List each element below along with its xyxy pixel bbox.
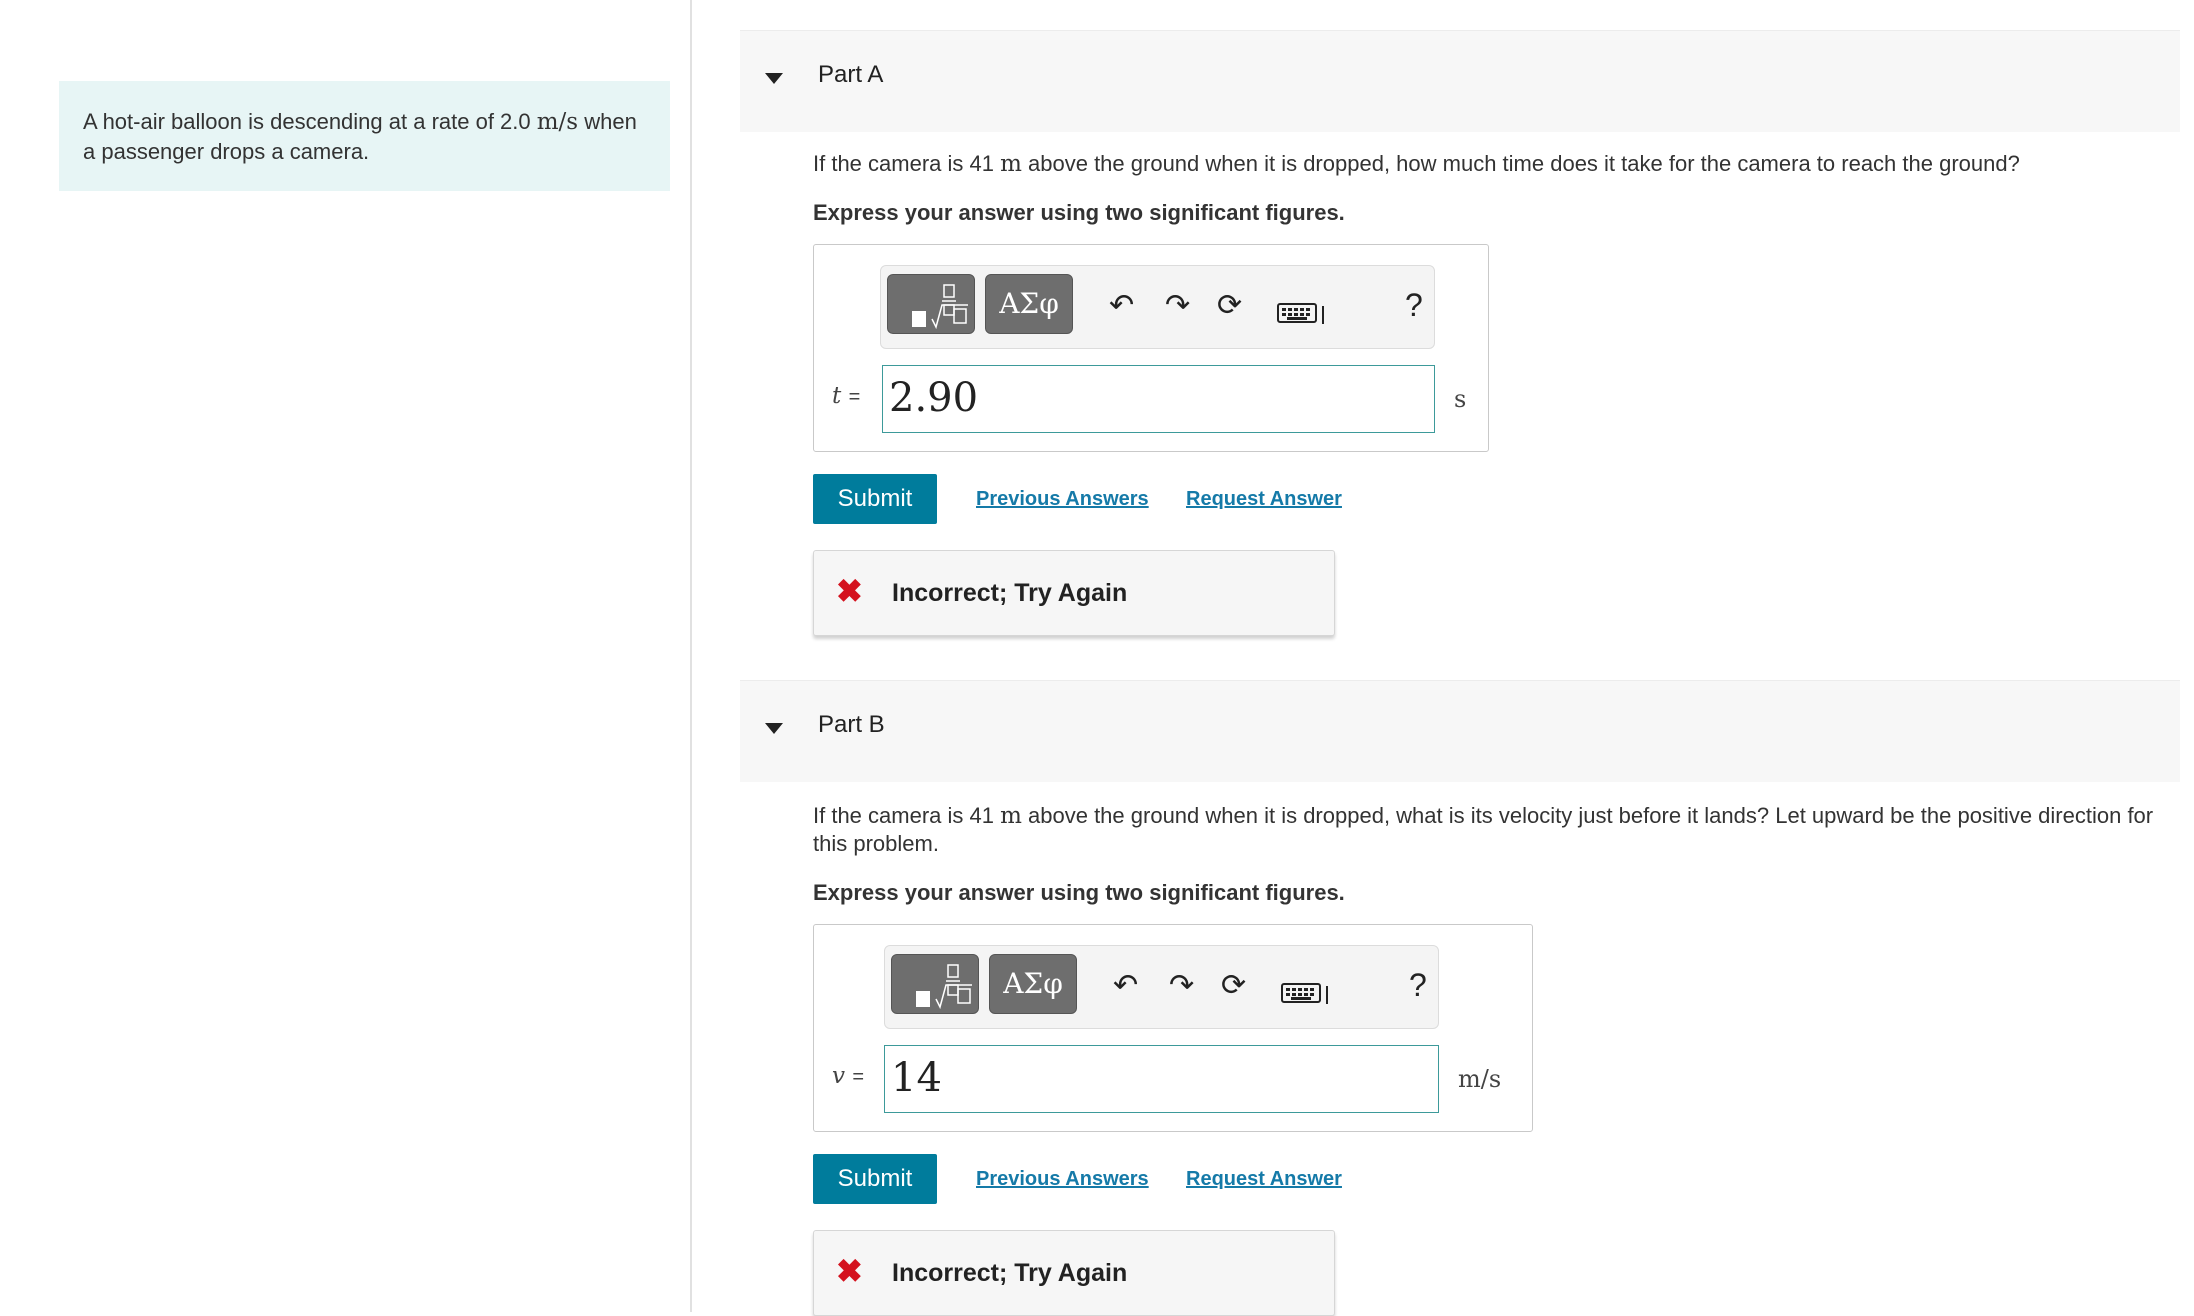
previous-answers-link[interactable]: Previous Answers bbox=[976, 1168, 1149, 1191]
request-answer-link[interactable]: Request Answer bbox=[1186, 488, 1342, 511]
help-icon[interactable]: ? bbox=[1409, 969, 1427, 1001]
part-a-header[interactable]: Part A bbox=[740, 30, 2180, 132]
submit-button[interactable]: Submit bbox=[813, 474, 937, 524]
part-b-instruction: Express your answer using two significan… bbox=[813, 880, 1345, 905]
greek-symbols-icon: ΑΣφ bbox=[999, 287, 1059, 320]
keyboard-icon[interactable] bbox=[1281, 982, 1331, 1006]
problem-rate-unit: m/s bbox=[536, 109, 579, 135]
greek-symbols-button[interactable]: ΑΣφ bbox=[985, 274, 1073, 334]
equals-sign: = bbox=[848, 386, 861, 408]
reset-icon[interactable]: ⟳ bbox=[1217, 291, 1242, 321]
variable-label: t = bbox=[832, 383, 860, 409]
part-b-answer-box: ΑΣφ ↶ ↷ ⟳ ? v = 14 m/s bbox=[813, 924, 1533, 1132]
part-a-question: If the camera is 41 m above the ground w… bbox=[813, 150, 2183, 178]
math-toolbar: ΑΣφ ↶ ↷ ⟳ ? bbox=[884, 945, 1439, 1029]
keyboard-icon[interactable] bbox=[1277, 302, 1327, 326]
part-a-instruction: Express your answer using two significan… bbox=[813, 200, 1345, 225]
feedback-box: ✖ Incorrect; Try Again bbox=[813, 550, 1335, 636]
part-b-header[interactable]: Part B bbox=[740, 680, 2180, 782]
redo-icon[interactable]: ↷ bbox=[1165, 291, 1190, 321]
variable-symbol: v bbox=[832, 1063, 845, 1089]
collapse-caret-icon[interactable] bbox=[765, 73, 783, 84]
templates-icon bbox=[916, 964, 972, 1010]
undo-icon[interactable]: ↶ bbox=[1109, 291, 1134, 321]
problem-statement: A hot-air balloon is descending at a rat… bbox=[59, 81, 670, 191]
part-a-title: Part A bbox=[818, 61, 884, 88]
undo-icon[interactable]: ↶ bbox=[1113, 971, 1138, 1001]
math-toolbar: ΑΣφ ↶ ↷ ⟳ ? bbox=[880, 265, 1435, 349]
variable-symbol: t bbox=[832, 383, 842, 409]
problem-text-start: A hot-air balloon is descending at a rat… bbox=[83, 109, 537, 134]
incorrect-x-icon: ✖ bbox=[836, 1253, 863, 1289]
previous-answers-link[interactable]: Previous Answers bbox=[976, 488, 1149, 511]
help-icon[interactable]: ? bbox=[1405, 289, 1423, 321]
variable-label: v = bbox=[832, 1063, 864, 1089]
submit-button[interactable]: Submit bbox=[813, 1154, 937, 1204]
reset-icon[interactable]: ⟳ bbox=[1221, 971, 1246, 1001]
templates-icon bbox=[912, 284, 968, 330]
templates-button[interactable] bbox=[891, 954, 979, 1014]
greek-symbols-icon: ΑΣφ bbox=[1003, 967, 1063, 1000]
incorrect-x-icon: ✖ bbox=[836, 573, 863, 609]
redo-icon[interactable]: ↷ bbox=[1169, 971, 1194, 1001]
question-text: If the camera is 41 bbox=[813, 151, 1001, 176]
answer-input[interactable]: 14 bbox=[884, 1045, 1439, 1113]
feedback-box: ✖ Incorrect; Try Again bbox=[813, 1230, 1335, 1316]
request-answer-link[interactable]: Request Answer bbox=[1186, 1168, 1342, 1191]
column-divider bbox=[690, 0, 692, 1312]
part-b-title: Part B bbox=[818, 711, 885, 738]
part-b-question: If the camera is 41 m above the ground w… bbox=[813, 802, 2183, 858]
feedback-text: Incorrect; Try Again bbox=[892, 1259, 1128, 1287]
equals-sign: = bbox=[852, 1066, 864, 1088]
question-unit: m bbox=[1000, 803, 1022, 829]
answer-unit: m/s bbox=[1458, 1065, 1502, 1093]
greek-symbols-button[interactable]: ΑΣφ bbox=[989, 954, 1077, 1014]
question-text: If the camera is 41 bbox=[813, 803, 1001, 828]
templates-button[interactable] bbox=[887, 274, 975, 334]
collapse-caret-icon[interactable] bbox=[765, 723, 783, 734]
question-unit: m bbox=[1000, 151, 1022, 177]
feedback-text: Incorrect; Try Again bbox=[892, 579, 1128, 607]
answer-input[interactable]: 2.90 bbox=[882, 365, 1435, 433]
part-a-answer-box: ΑΣφ ↶ ↷ ⟳ ? t = 2.90 s bbox=[813, 244, 1489, 452]
answer-unit: s bbox=[1454, 385, 1467, 413]
question-text: above the ground when it is dropped, how… bbox=[1021, 151, 2020, 176]
